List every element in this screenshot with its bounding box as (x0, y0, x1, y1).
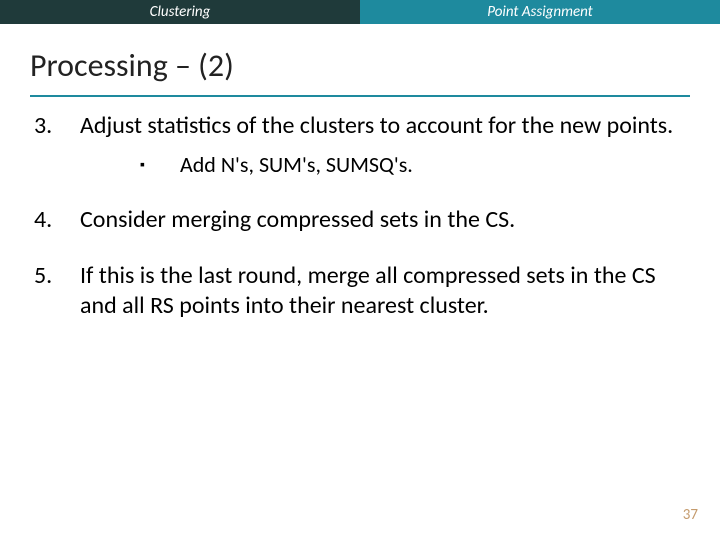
sub-item-text: Add N's, SUM's, SUMSQ's. (180, 151, 413, 179)
top-bar: Clustering Point Assignment (0, 0, 720, 24)
sub-item: ▪ Add N's, SUM's, SUMSQ's. (140, 151, 686, 179)
item-number: 4. (34, 205, 80, 235)
item-text: Adjust statistics of the clusters to acc… (80, 111, 686, 141)
list-item: 3. Adjust statistics of the clusters to … (34, 111, 686, 179)
topbar-right: Point Assignment (360, 0, 720, 24)
list-item: 4. Consider merging compressed sets in t… (34, 205, 686, 235)
square-bullet-icon: ▪ (140, 151, 180, 179)
content-area: 3. Adjust statistics of the clusters to … (0, 97, 720, 321)
item-text: If this is the last round, merge all com… (80, 261, 686, 321)
item-number: 5. (34, 261, 80, 321)
list-item: 5. If this is the last round, merge all … (34, 261, 686, 321)
page-number: 37 (683, 506, 698, 524)
slide-title: Processing – (2) (30, 46, 690, 85)
topbar-left: Clustering (0, 0, 360, 24)
item-number: 3. (34, 111, 80, 179)
item-text: Consider merging compressed sets in the … (80, 205, 515, 235)
